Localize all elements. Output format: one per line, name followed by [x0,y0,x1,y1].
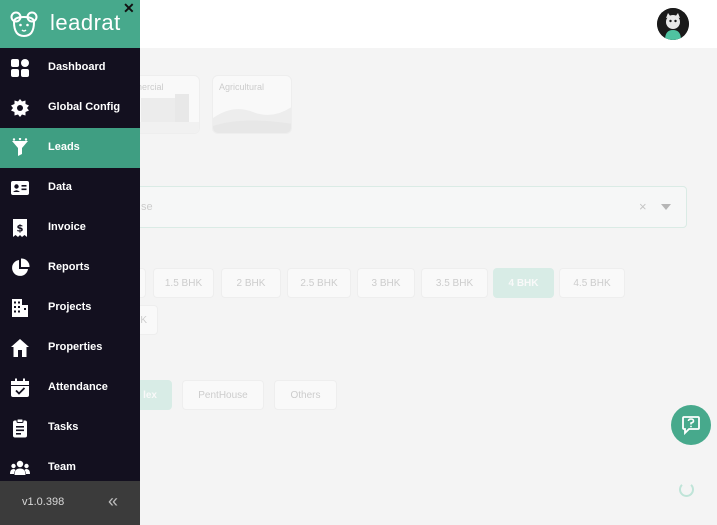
sidebar-item-label: Attendance [48,381,108,393]
building-icon [12,299,28,317]
sidebar-item-label: Dashboard [48,61,106,73]
sidebar-item-label: Invoice [48,221,86,233]
brand-header: leadrat ✕ [0,0,140,48]
sidebar-item-attendance[interactable]: Attendance [0,368,140,408]
sidebar-item-label: Data [48,181,72,193]
sidebar-item-label: Global Config [48,101,121,113]
sidebar-item-label: Projects [48,301,92,313]
location-select[interactable]: se × [120,186,687,228]
collapse-sidebar-icon[interactable]: « [108,491,118,512]
sidebar: leadrat ✕ Dashboard Global Config Leads … [0,0,140,525]
svg-text:$: $ [17,224,24,235]
dashboard-icon [11,59,29,77]
avatar-cat-icon [657,8,689,40]
sidebar-item-label: Team [48,461,76,473]
sidebar-footer: v1.0.398 « [0,481,140,525]
sidebar-nav: Dashboard Global Config Leads Data $ Inv… [0,48,140,488]
close-icon[interactable]: ✕ [123,0,135,17]
sidebar-item-invoice[interactable]: $ Invoice [0,208,140,248]
sidebar-item-label: Tasks [48,421,79,433]
sidebar-item-label: Properties [48,341,103,353]
sidebar-item-data[interactable]: Data [0,168,140,208]
select-placeholder: se [141,201,153,213]
sidebar-item-label: Reports [48,261,90,273]
sidebar-item-tasks[interactable]: Tasks [0,408,140,448]
user-avatar[interactable] [657,8,689,40]
pie-chart-icon [12,258,30,276]
sidebar-item-label: Leads [48,141,80,153]
chat-question-icon [682,416,700,436]
app-version: v1.0.398 [22,496,65,508]
team-icon [10,460,30,475]
sidebar-item-properties[interactable]: Properties [0,328,140,368]
leadrat-logo-icon [10,11,38,37]
loading-spinner-icon [679,482,694,497]
bhk-chip[interactable]: 3.5 BHK [421,268,488,298]
subtype-chip[interactable]: Others [274,380,337,410]
chevron-down-icon[interactable] [661,204,671,210]
bhk-chip[interactable]: 2.5 BHK [287,268,351,298]
sidebar-item-global-config[interactable]: Global Config [0,88,140,128]
calendar-check-icon [11,378,29,397]
brand-name: leadrat [50,10,121,35]
funnel-icon [12,138,28,156]
gear-icon [11,99,29,117]
bhk-chip-selected[interactable]: 4 BHK [493,268,554,298]
subtype-chip[interactable]: PentHouse [182,380,264,410]
clipboard-icon [13,418,27,438]
bhk-chip[interactable]: 4.5 BHK [559,268,625,298]
house-icon [11,339,29,357]
sidebar-item-dashboard[interactable]: Dashboard [0,48,140,88]
field-landscape-icon [213,107,291,133]
bhk-chip[interactable]: 2 BHK [221,268,281,298]
sidebar-item-projects[interactable]: Projects [0,288,140,328]
bhk-chip[interactable]: 3 BHK [357,268,415,298]
sidebar-item-reports[interactable]: Reports [0,248,140,288]
chat-help-button[interactable] [671,405,711,445]
property-type-agricultural[interactable]: Agricultural [212,75,292,134]
sidebar-item-leads[interactable]: Leads [0,128,140,168]
bhk-chip[interactable]: 1.5 BHK [153,268,214,298]
id-card-icon [11,181,29,195]
clear-icon[interactable]: × [639,199,647,214]
invoice-icon: $ [13,219,27,237]
